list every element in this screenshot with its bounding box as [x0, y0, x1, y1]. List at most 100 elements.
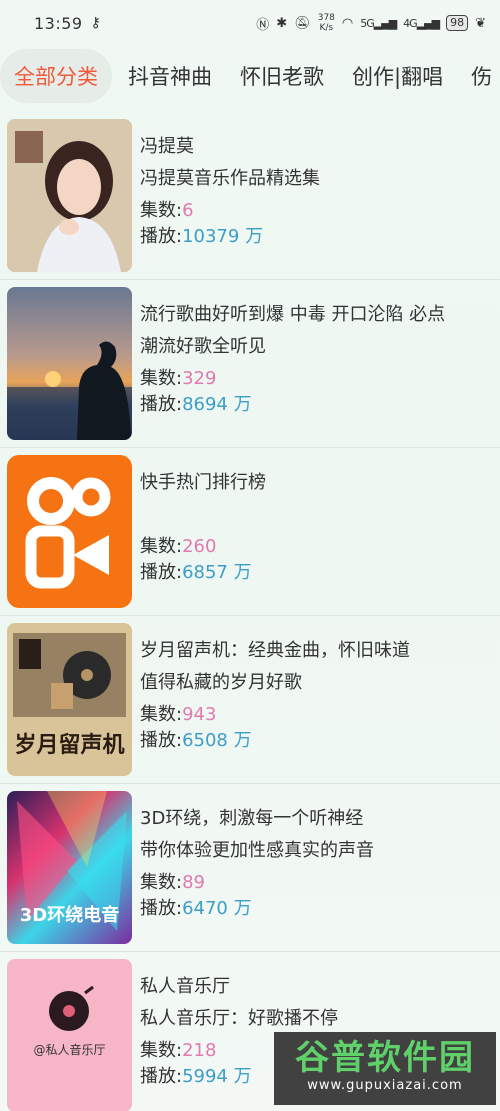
cover-image[interactable]: 3D环绕电音 [7, 791, 132, 944]
list-item[interactable]: 快手热门排行榜 集数:260 播放:6857 万 [0, 448, 500, 616]
tab-all[interactable]: 全部分类 [0, 49, 112, 103]
count-label: 集数: [140, 872, 183, 893]
plays-unit: 万 [227, 562, 252, 583]
plays-unit: 万 [227, 730, 252, 751]
item-info: 快手热门排行榜 集数:260 播放:6857 万 [140, 470, 490, 586]
net-speed: 378 K/s [318, 13, 335, 33]
plays-value: 5994 [182, 1066, 228, 1087]
item-plays: 播放:6508 万 [140, 728, 490, 754]
plays-value: 8694 [182, 394, 228, 415]
item-desc: 带你体验更加性感真实的声音 [140, 840, 374, 861]
plays-label: 播放: [140, 1066, 183, 1087]
plays-unit: 万 [227, 394, 252, 415]
item-count: 集数:943 [140, 702, 490, 728]
signal-4g: 4G▂▄▆ [403, 16, 440, 30]
count-value: 218 [182, 1040, 217, 1061]
status-icons: Ⓝ ✱ 🔕︎ 378 K/s ◠ 5G▂▄▆ 4G▂▄▆ 98 ❦ [256, 13, 486, 33]
category-tabs: 全部分类 抖音神曲 怀旧老歌 创作|翻唱 伤 [0, 48, 500, 104]
leaf-icon: ❦ [475, 15, 486, 31]
watermark-url: www.gupuxiazai.com [307, 1078, 463, 1093]
item-plays: 播放:8694 万 [140, 392, 490, 418]
item-count: 集数:89 [140, 870, 490, 896]
nfc-icon: Ⓝ [256, 17, 270, 33]
playlist-list: 冯提莫 冯提莫音乐作品精选集 集数:6 播放:10379 万 流行歌曲好听到爆 … [0, 112, 500, 1111]
cover-image[interactable] [7, 119, 132, 272]
count-label: 集数: [140, 1040, 183, 1061]
plays-label: 播放: [140, 394, 183, 415]
battery-indicator: 98 [446, 15, 469, 31]
item-info: 3D环绕，刺激每一个听神经 带你体验更加性感真实的声音 集数:89 播放:647… [140, 806, 490, 922]
item-desc: 值得私藏的岁月好歌 [140, 672, 302, 693]
mute-icon: 🔕︎ [294, 15, 311, 31]
item-desc: 潮流好歌全听见 [140, 336, 266, 357]
plays-value: 6857 [182, 562, 228, 583]
plays-unit: 万 [227, 898, 252, 919]
count-label: 集数: [140, 704, 183, 725]
count-value: 6 [182, 200, 194, 221]
count-value: 260 [182, 536, 217, 557]
count-label: 集数: [140, 536, 183, 557]
item-desc [140, 502, 490, 534]
cover-image[interactable] [7, 287, 132, 440]
plays-value: 6508 [182, 730, 228, 751]
plays-unit: 万 [227, 1066, 252, 1087]
item-info: 岁月留声机：经典金曲，怀旧味道 值得私藏的岁月好歌 集数:943 播放:6508… [140, 638, 490, 754]
item-info: 冯提莫 冯提莫音乐作品精选集 集数:6 播放:10379 万 [140, 134, 490, 250]
item-title: 快手热门排行榜 [140, 472, 266, 493]
signal-5g-label: 5G [360, 16, 374, 30]
plays-value: 6470 [182, 898, 228, 919]
signal-4g-label: 4G [403, 16, 417, 30]
portrait-illustration [7, 119, 132, 272]
list-item[interactable]: 流行歌曲好听到爆 中毒 开口沦陷 必点 潮流好歌全听见 集数:329 播放:86… [0, 280, 500, 448]
item-title: 流行歌曲好听到爆 中毒 开口沦陷 必点 [140, 304, 446, 325]
item-title: 私人音乐厅 [140, 976, 230, 997]
item-plays: 播放:10379 万 [140, 224, 490, 250]
item-count: 集数:260 [140, 534, 490, 560]
cover-caption: 岁月留声机 [14, 732, 125, 758]
signal-5g: 5G▂▄▆ [360, 16, 397, 30]
item-title: 冯提莫 [140, 136, 194, 157]
cover-caption: 3D环绕电音 [19, 905, 120, 926]
count-label: 集数: [140, 368, 183, 389]
cover-image[interactable]: @私人音乐厅 [7, 959, 132, 1111]
item-count: 集数:6 [140, 198, 490, 224]
list-item[interactable]: 岁月留声机 岁月留声机：经典金曲，怀旧味道 值得私藏的岁月好歌 集数:943 播… [0, 616, 500, 784]
bluetooth-icon: ✱ [276, 15, 288, 31]
plays-label: 播放: [140, 226, 183, 247]
cover-image[interactable]: 岁月留声机 [7, 623, 132, 776]
plays-label: 播放: [140, 898, 183, 919]
item-title: 岁月留声机：经典金曲，怀旧味道 [140, 640, 410, 661]
count-value: 329 [182, 368, 217, 389]
count-value: 89 [182, 872, 205, 893]
item-info: 流行歌曲好听到爆 中毒 开口沦陷 必点 潮流好歌全听见 集数:329 播放:86… [140, 302, 490, 418]
tab-douyin[interactable]: 抖音神曲 [116, 51, 224, 101]
cover-caption: @私人音乐厅 [33, 1043, 106, 1057]
vinyl-record-icon [49, 985, 94, 1031]
tab-covers[interactable]: 创作|翻唱 [340, 51, 455, 101]
plays-value: 10379 [182, 226, 240, 247]
count-label: 集数: [140, 200, 183, 221]
list-item[interactable]: 3D环绕电音 3D环绕，刺激每一个听神经 带你体验更加性感真实的声音 集数:89… [0, 784, 500, 952]
item-plays: 播放:6470 万 [140, 896, 490, 922]
tab-oldies[interactable]: 怀旧老歌 [228, 51, 336, 101]
list-item[interactable]: 冯提莫 冯提莫音乐作品精选集 集数:6 播放:10379 万 [0, 112, 500, 280]
wifi-icon: ◠ [341, 15, 354, 31]
clock: 13:59 [34, 13, 83, 33]
net-speed-unit: K/s [319, 23, 334, 33]
kuaishou-logo [25, 477, 111, 589]
item-desc: 冯提莫音乐作品精选集 [140, 168, 320, 189]
item-count: 集数:329 [140, 366, 490, 392]
tab-more[interactable]: 伤 [459, 51, 500, 101]
sunset-silhouette-illustration [7, 341, 132, 440]
count-value: 943 [182, 704, 217, 725]
plays-label: 播放: [140, 730, 183, 751]
watermark: 谷普软件园 www.gupuxiazai.com [274, 1032, 496, 1105]
item-title: 3D环绕，刺激每一个听神经 [140, 808, 364, 829]
net-speed-value: 378 [317, 13, 335, 23]
watermark-title: 谷普软件园 [295, 1038, 475, 1078]
cover-image[interactable] [7, 455, 132, 608]
plays-label: 播放: [140, 562, 183, 583]
key-icon: ⚷ [90, 15, 101, 31]
status-bar: 13:59 ⚷ Ⓝ ✱ 🔕︎ 378 K/s ◠ 5G▂▄▆ 4G▂▄▆ 98 … [0, 0, 500, 46]
item-plays: 播放:6857 万 [140, 560, 490, 586]
